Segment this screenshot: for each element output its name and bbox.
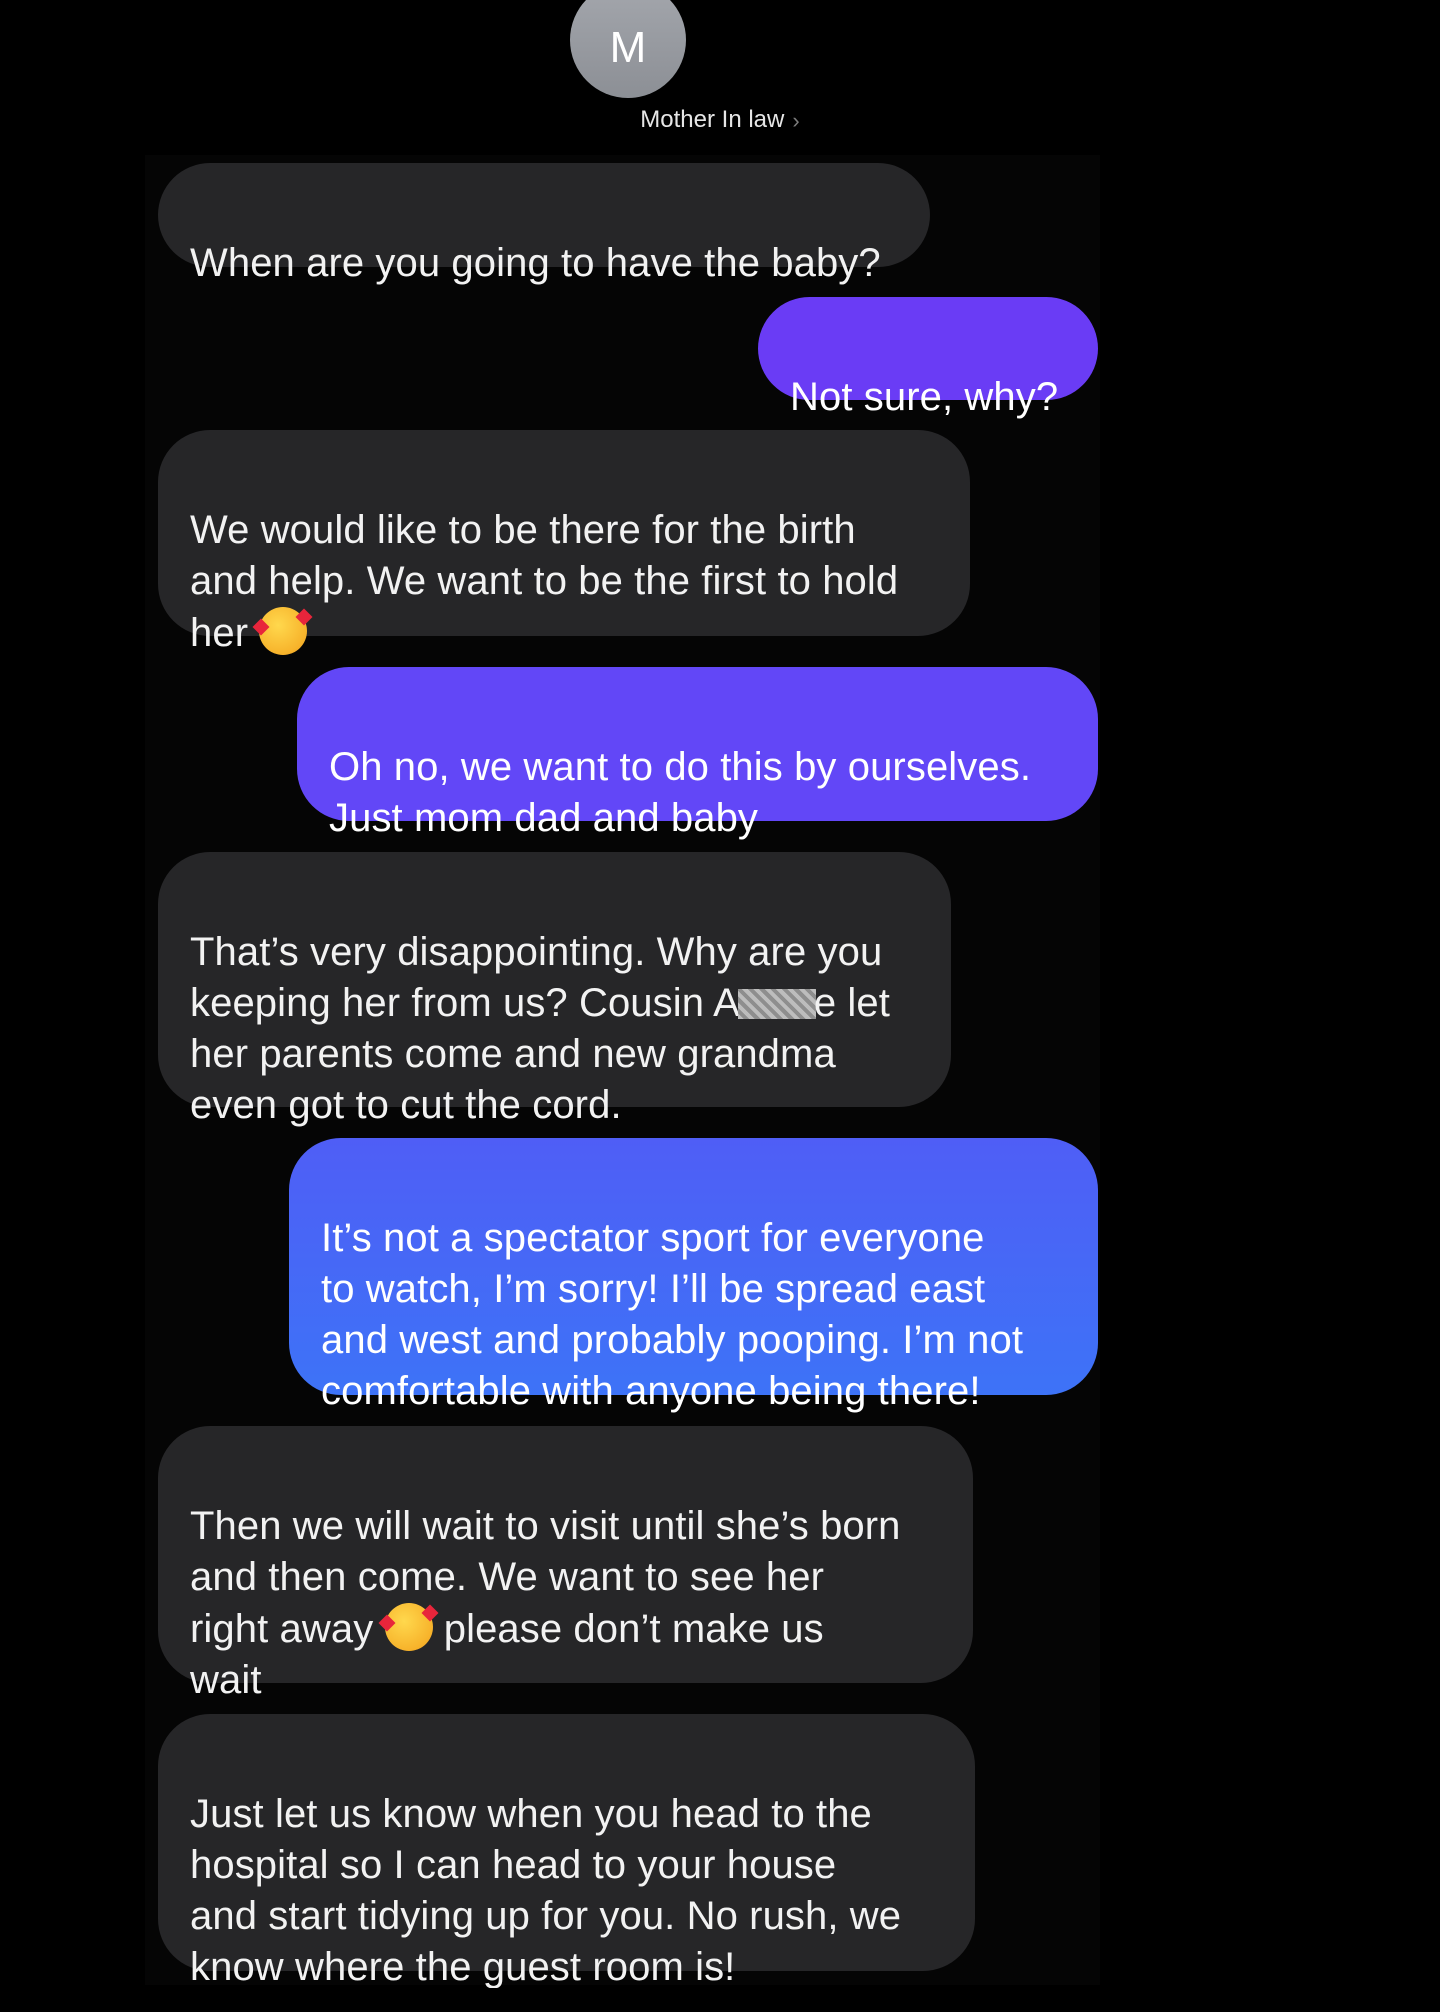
smiling-face-with-hearts-icon xyxy=(259,607,308,655)
message-text: Not sure, why? xyxy=(790,375,1059,419)
message-text: It’s not a spectator sport for everyone … xyxy=(321,1216,1024,1413)
message-bubble-incoming[interactable]: When are you going to have the baby? xyxy=(158,163,930,285)
message-bubble-incoming[interactable]: Then we will wait to visit until she’s b… xyxy=(158,1426,973,1702)
conversation-header: M Mother In law › xyxy=(0,0,1440,150)
smiling-face-with-hearts-icon xyxy=(384,1603,433,1651)
message-bubble-outgoing[interactable]: Oh no, we want to do this by ourselves. … xyxy=(297,667,1098,840)
contact-name-button[interactable]: Mother In law › xyxy=(0,106,1440,134)
message-text: Just let us know when you head to the ho… xyxy=(190,1792,902,1989)
message-bubble-incoming[interactable]: That’s very disappointing. Why are you k… xyxy=(158,852,951,1127)
chevron-right-icon: › xyxy=(792,108,800,133)
contact-name: Mother In law xyxy=(640,106,785,133)
contact-avatar[interactable]: M xyxy=(570,0,686,98)
avatar-initial: M xyxy=(609,23,647,72)
message-bubble-outgoing[interactable]: It’s not a spectator sport for everyone … xyxy=(289,1138,1098,1413)
message-bubble-incoming[interactable]: We would like to be there for the birth … xyxy=(158,430,970,655)
message-text: When are you going to have the baby? xyxy=(190,241,881,285)
message-bubble-incoming[interactable]: Just let us know when you head to the ho… xyxy=(158,1714,975,1989)
redacted-name-block xyxy=(737,989,816,1019)
bottom-edge xyxy=(0,1988,1440,2012)
message-bubble-outgoing[interactable]: Not sure, why? xyxy=(758,297,1098,419)
